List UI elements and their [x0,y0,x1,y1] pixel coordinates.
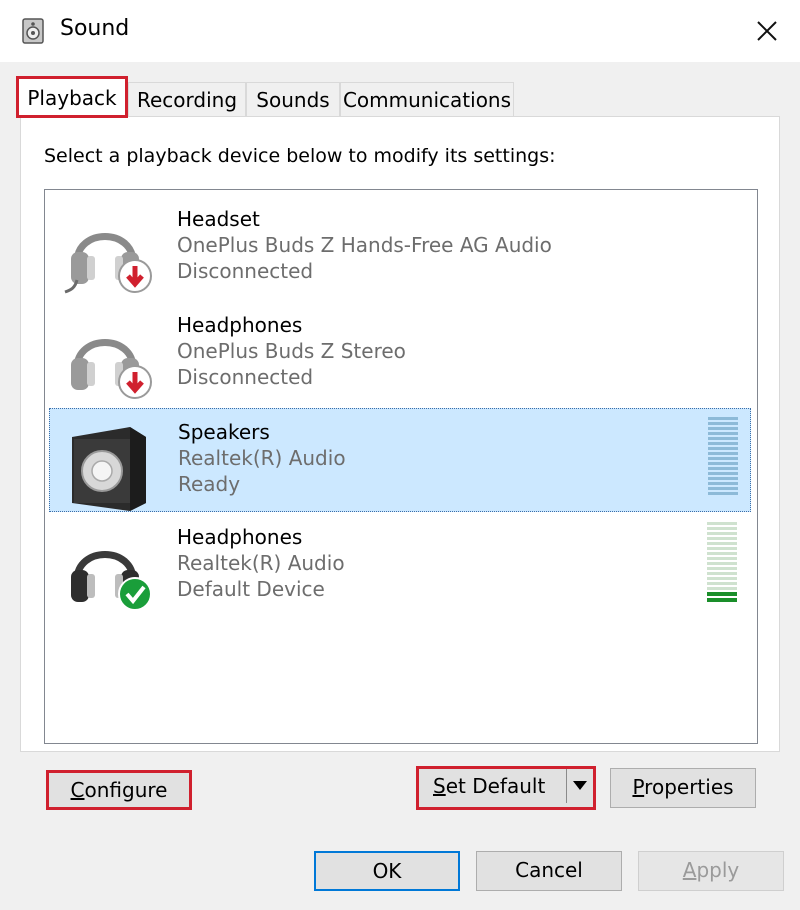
access-key: C [70,778,85,802]
device-item-headphones-realtek[interactable]: Headphones Realtek(R) Audio Default Devi… [49,514,751,618]
window-title: Sound [60,16,130,41]
tab-label: Sounds [256,88,330,112]
cancel-button[interactable]: Cancel [476,851,622,891]
device-description: Realtek(R) Audio [178,446,346,470]
device-item-headphones-oneplus[interactable]: Headphones OnePlus Buds Z Stereo Disconn… [49,302,751,406]
speaker-app-icon [22,18,44,44]
device-status: Default Device [177,577,325,601]
properties-button[interactable]: Properties [610,768,756,808]
device-item-speakers[interactable]: Speakers Realtek(R) Audio Ready [49,408,751,512]
chevron-down-icon [573,781,587,790]
device-name: Headset [177,207,260,231]
button-label: roperties [644,775,734,799]
tab-communications[interactable]: Communications [340,82,514,116]
volume-level-meter [707,522,737,608]
headphones-disconnected-icon [71,339,152,399]
title-bar: Sound [0,0,800,62]
device-description: OnePlus Buds Z Hands-Free AG Audio [177,233,552,257]
instruction-text: Select a playback device below to modify… [44,145,556,167]
device-status: Disconnected [177,365,314,389]
set-default-button[interactable]: Set Default [416,766,596,810]
button-label: et Default [445,774,546,798]
headset-disconnected-icon [64,233,152,294]
device-name: Headphones [177,313,303,337]
access-key: P [632,775,645,799]
device-text: Headphones Realtek(R) Audio Default Devi… [177,524,345,602]
ok-button[interactable]: OK [314,851,460,891]
button-label: pply [696,858,740,882]
close-icon [757,21,777,41]
playback-device-list[interactable]: Headset OnePlus Buds Z Hands-Free AG Aud… [44,189,758,744]
device-name: Headphones [177,525,303,549]
tab-label: Communications [342,88,512,112]
device-text: Speakers Realtek(R) Audio Ready [178,419,346,497]
speaker-icon [72,427,146,511]
volume-level-meter [708,417,738,503]
close-button[interactable] [744,10,790,52]
tab-sounds[interactable]: Sounds [246,82,340,116]
device-status: Ready [178,472,241,496]
access-key: S [433,774,446,798]
apply-button[interactable]: Apply [638,851,784,891]
tab-label: Recording [136,88,238,112]
access-key: A [682,858,697,882]
tab-label: Playback [27,86,117,110]
configure-button[interactable]: Configure [46,770,192,810]
headphones-default-icon [71,551,152,611]
device-description: OnePlus Buds Z Stereo [177,339,406,363]
device-description: Realtek(R) Audio [177,551,345,575]
device-text: Headset OnePlus Buds Z Hands-Free AG Aud… [177,206,552,284]
device-text: Headphones OnePlus Buds Z Stereo Disconn… [177,312,406,390]
set-default-dropdown[interactable] [566,769,593,803]
device-status: Disconnected [177,259,314,283]
button-label: onfigure [84,778,168,802]
tab-playback[interactable]: Playback [16,76,128,118]
device-item-headset[interactable]: Headset OnePlus Buds Z Hands-Free AG Aud… [49,196,751,300]
device-name: Speakers [178,420,270,444]
tab-recording[interactable]: Recording [128,82,246,116]
